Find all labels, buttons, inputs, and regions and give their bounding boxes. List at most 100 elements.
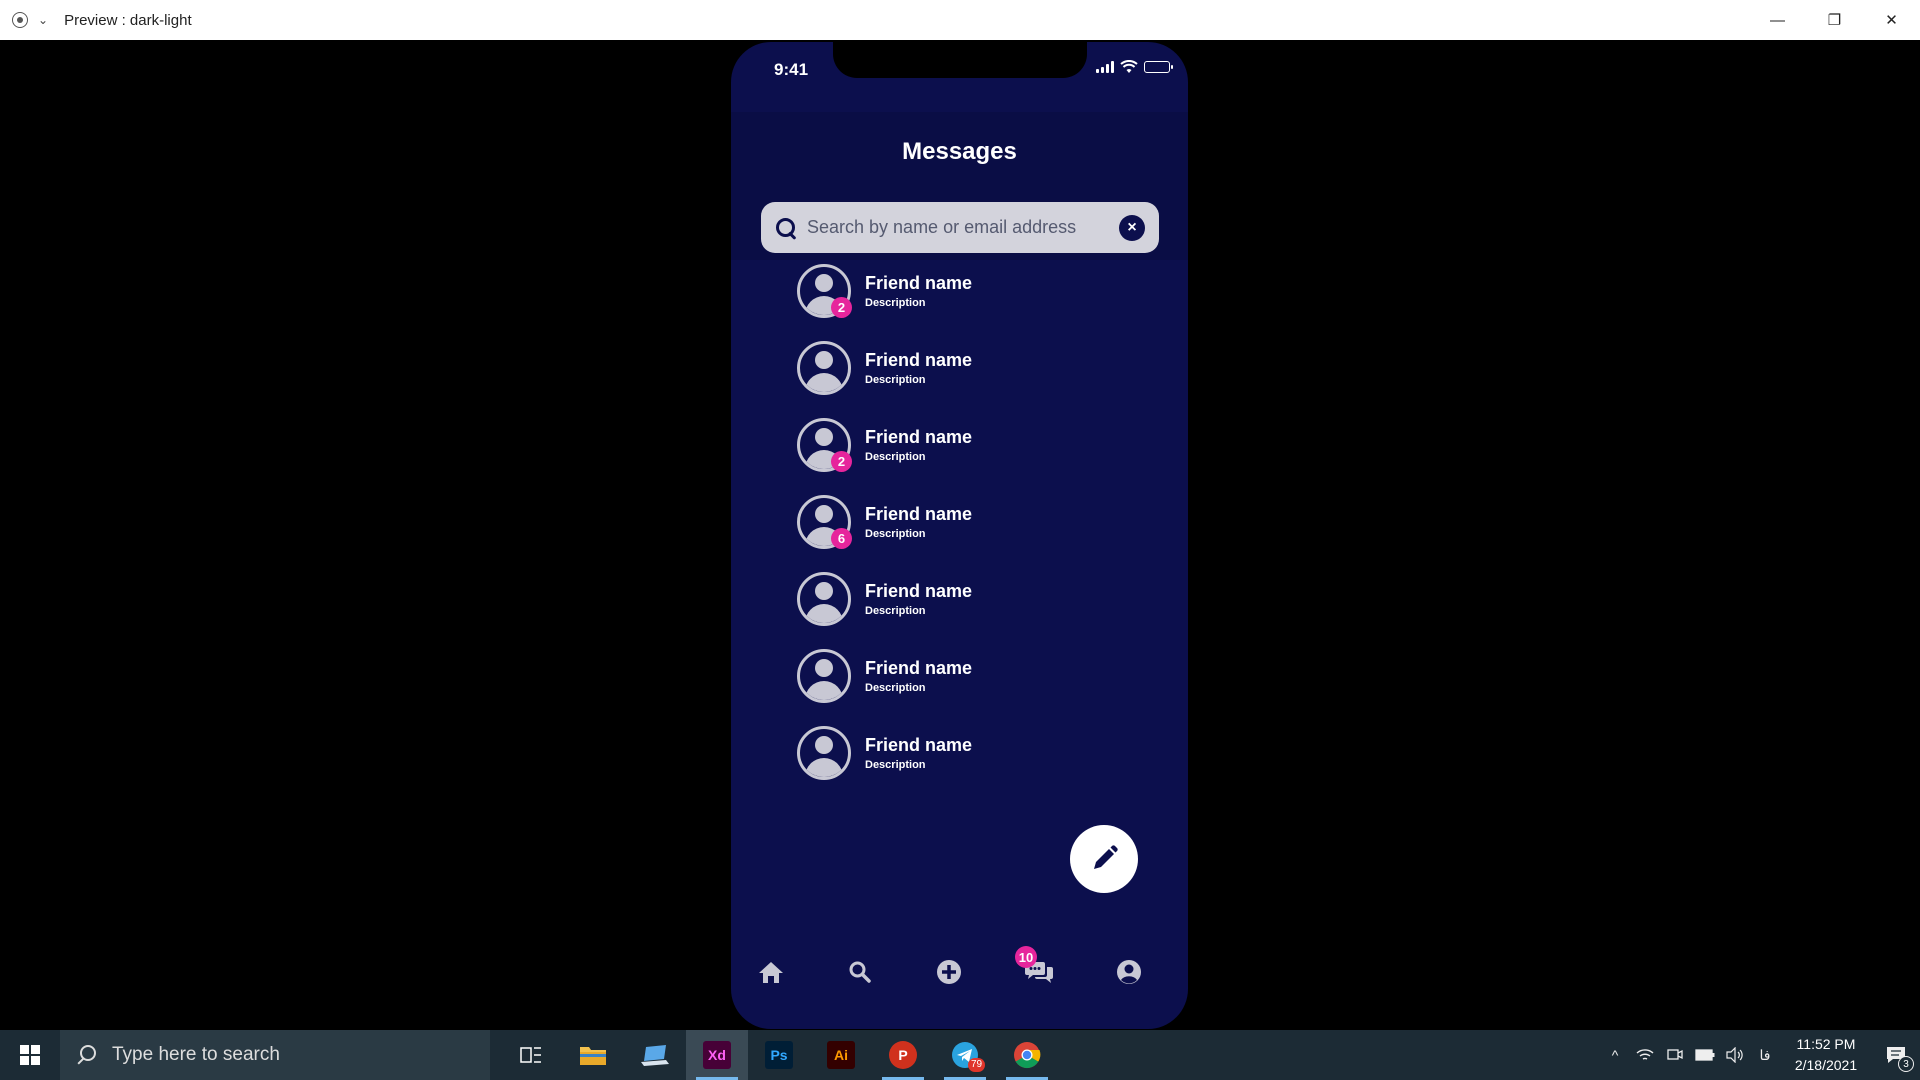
system-tray: ^ فا 11:52 PM 2/18/2021 3: [1600, 1030, 1920, 1080]
preview-stage: 9:41 Messages × 2 Friend name Description…: [0, 40, 1920, 1030]
friend-item[interactable]: 6 Friend name Description: [731, 483, 1188, 560]
friend-name: Friend name: [865, 349, 973, 370]
taskbar: Type here to search Xd Ps Ai P 79 ^ فا 1…: [0, 1030, 1920, 1080]
unread-badge: 6: [831, 528, 852, 549]
chevron-down-icon[interactable]: ⌄: [38, 13, 48, 27]
friend-item[interactable]: 2 Friend name Description: [731, 406, 1188, 483]
search-bar[interactable]: ×: [761, 202, 1159, 253]
presenter-app-icon: P: [889, 1041, 917, 1069]
window-titlebar: ⌄ Preview : dark-light — ❐ ✕: [0, 0, 1920, 40]
avatar-icon: [797, 571, 851, 626]
friend-description: Description: [865, 373, 926, 386]
photoshop-button[interactable]: Ps: [748, 1030, 810, 1080]
search-icon: [775, 217, 797, 239]
clock[interactable]: 11:52 PM 2/18/2021: [1780, 1034, 1872, 1076]
friend-item[interactable]: Friend name Description: [731, 329, 1188, 406]
task-view-button[interactable]: [500, 1030, 562, 1080]
clock-time: 11:52 PM: [1796, 1036, 1856, 1052]
adobe-xd-button[interactable]: Xd: [686, 1030, 748, 1080]
window-title: Preview : dark-light: [64, 11, 192, 29]
adobe-xd-icon: Xd: [703, 1041, 731, 1069]
search-input[interactable]: [807, 217, 1119, 238]
clear-search-button[interactable]: ×: [1119, 214, 1145, 241]
taskbar-search[interactable]: Type here to search: [60, 1030, 490, 1080]
maximize-button[interactable]: ❐: [1806, 0, 1863, 40]
status-time: 9:41: [774, 60, 809, 79]
compose-button[interactable]: [1070, 825, 1138, 893]
status-icons: [1096, 60, 1173, 74]
telegram-button[interactable]: 79: [934, 1030, 996, 1080]
unread-badge: 2: [831, 297, 852, 318]
pencil-icon: [1094, 845, 1118, 869]
friend-name: Friend name: [865, 657, 973, 678]
friend-description: Description: [865, 296, 926, 309]
file-explorer-button[interactable]: [562, 1030, 624, 1080]
avatar-icon: [797, 340, 851, 395]
friend-description: Description: [865, 604, 926, 617]
friend-name: Friend name: [865, 272, 973, 293]
friend-description: Description: [865, 527, 926, 540]
chrome-icon: [1014, 1042, 1041, 1069]
friend-description: Description: [865, 681, 926, 694]
notification-center-button[interactable]: 3: [1872, 1030, 1920, 1080]
windows-icon: [20, 1045, 40, 1065]
volume-icon[interactable]: [1720, 1030, 1750, 1080]
avatar-icon: [797, 725, 851, 780]
chrome-button[interactable]: [996, 1030, 1058, 1080]
photoshop-icon: Ps: [765, 1041, 793, 1069]
unread-badge: 2: [831, 451, 852, 472]
presenter-app-button[interactable]: P: [872, 1030, 934, 1080]
search-icon: [849, 961, 871, 983]
telegram-badge: 79: [968, 1058, 986, 1072]
task-view-icon: [520, 1047, 541, 1063]
clock-date: 2/18/2021: [1794, 1057, 1858, 1073]
search-icon: [76, 1045, 96, 1065]
minimize-button[interactable]: —: [1749, 0, 1806, 40]
friend-name: Friend name: [865, 426, 973, 447]
avatar-icon: [797, 648, 851, 703]
laptop-icon: [641, 1045, 669, 1066]
chat-badge: 10: [1015, 946, 1037, 968]
illustrator-button[interactable]: Ai: [810, 1030, 872, 1080]
wifi-icon[interactable]: [1630, 1030, 1660, 1080]
battery-icon[interactable]: [1690, 1030, 1720, 1080]
notification-count: 3: [1898, 1056, 1914, 1072]
taskbar-apps: Xd Ps Ai P 79: [500, 1030, 1058, 1080]
nav-search[interactable]: [842, 954, 878, 990]
close-button[interactable]: ✕: [1863, 0, 1920, 40]
messages-header: Messages ×: [731, 112, 1188, 260]
friend-item[interactable]: Friend name Description: [731, 637, 1188, 714]
friend-item[interactable]: Friend name Description: [731, 560, 1188, 637]
remote-desktop-button[interactable]: [624, 1030, 686, 1080]
friend-description: Description: [865, 450, 926, 463]
meet-icon[interactable]: [1660, 1030, 1690, 1080]
nav-profile[interactable]: [1111, 954, 1147, 990]
battery-icon: [1144, 61, 1173, 73]
phone-frame: 9:41 Messages × 2 Friend name Description…: [731, 42, 1188, 1029]
nav-chat[interactable]: 10: [1015, 946, 1057, 990]
wifi-icon: [1120, 60, 1138, 73]
nav-home[interactable]: [753, 954, 789, 990]
record-icon[interactable]: [12, 12, 28, 28]
phone-notch: [833, 42, 1087, 78]
friend-item[interactable]: 2 Friend name Description: [731, 252, 1188, 329]
friend-item[interactable]: Friend name Description: [731, 714, 1188, 791]
signal-icon: [1096, 61, 1114, 73]
friend-name: Friend name: [865, 580, 973, 601]
add-icon: [937, 960, 961, 984]
nav-add[interactable]: [931, 954, 967, 990]
page-title: Messages: [902, 138, 1017, 165]
friend-name: Friend name: [865, 503, 973, 524]
taskbar-search-placeholder: Type here to search: [112, 1044, 280, 1065]
language-indicator[interactable]: فا: [1750, 1030, 1780, 1080]
home-icon: [759, 962, 783, 983]
profile-icon: [1117, 960, 1141, 984]
friend-name: Friend name: [865, 734, 973, 755]
folder-icon: [580, 1047, 606, 1065]
illustrator-icon: Ai: [827, 1041, 855, 1069]
chevron-up-icon[interactable]: ^: [1600, 1030, 1630, 1080]
friend-description: Description: [865, 758, 926, 771]
bottom-nav: 10: [731, 942, 1188, 1002]
friend-list: 2 Friend name Description Friend name Desc…: [731, 252, 1188, 791]
start-button[interactable]: [0, 1030, 60, 1080]
